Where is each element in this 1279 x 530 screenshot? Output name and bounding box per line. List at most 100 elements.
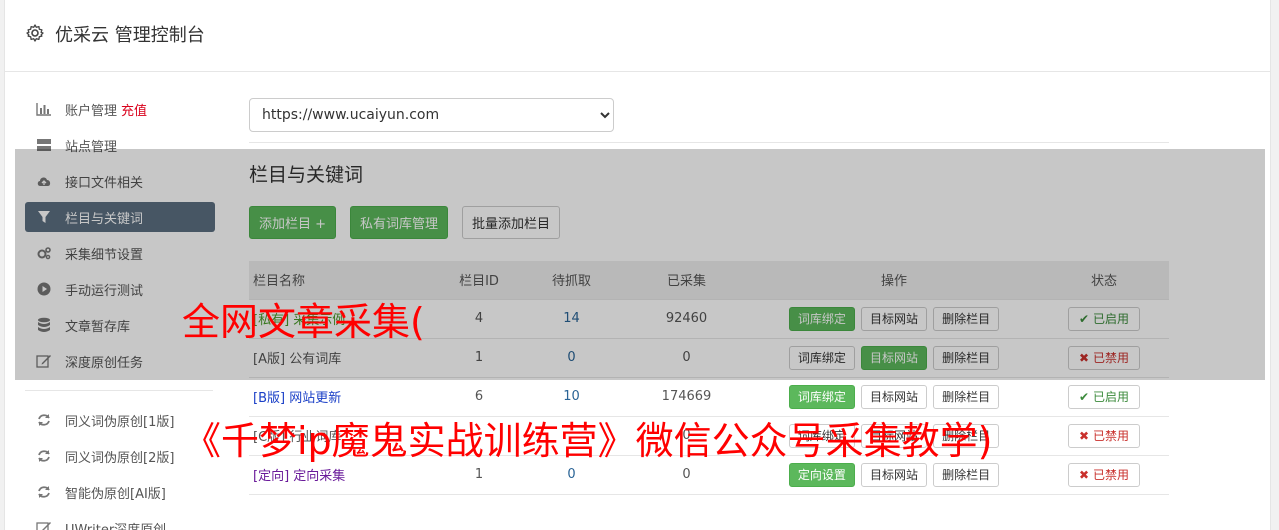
pending-cell: 0 (519, 337, 624, 377)
status-disabled-button[interactable]: ✖ 已禁用 (1068, 462, 1140, 487)
private-lib-button[interactable]: 私有词库管理 (350, 206, 449, 239)
bind-lib-button[interactable]: 词库绑定 (788, 306, 855, 331)
sidebar-item-label: 接口文件相关 (65, 175, 144, 191)
sidebar-item-label: 同义词伪原创[1版] (65, 414, 175, 430)
status-cell: ✖ 已禁用 (1039, 454, 1169, 495)
status-cell: ✖ 已禁用 (1039, 415, 1169, 455)
status-label: 已禁用 (1092, 350, 1129, 365)
gear-icon (26, 24, 44, 42)
close-icon: ✖ (1079, 467, 1090, 482)
sidebar-item-sites[interactable]: 站点管理 (25, 130, 215, 160)
sidebar-item-ai-rewrite[interactable]: 智能伪原创[AI版] (25, 477, 215, 507)
col-header-pending: 待抓取 (519, 261, 624, 299)
sidebar-item-label: 栏目与关键词 (65, 211, 144, 227)
sidebar-item-deep-original[interactable]: 深度原创任务 (25, 346, 215, 376)
watermark-line-2: 《千梦ip魔鬼实战训练营》微信公众号采集教学) (183, 419, 993, 463)
status-label: 已禁用 (1092, 467, 1129, 482)
delete-column-button[interactable]: 删除栏目 (933, 462, 1000, 487)
recharge-link[interactable]: 充值 (121, 100, 147, 119)
play-circle-icon (36, 281, 52, 297)
sidebar-item-label: 深度原创任务 (65, 355, 144, 371)
column-name[interactable]: 定向采集 (293, 469, 345, 484)
status-cell: ✔ 已启用 (1039, 298, 1169, 338)
column-name[interactable]: 网站更新 (289, 391, 341, 406)
collected-count: 92460 (624, 298, 749, 338)
delete-column-button[interactable]: 删除栏目 (933, 384, 1000, 409)
close-icon: ✖ (1079, 350, 1090, 365)
server-icon (36, 137, 52, 153)
status-label: 已禁用 (1092, 428, 1129, 443)
sidebar-item-label: 智能伪原创[AI版] (65, 486, 166, 502)
watermark-line-1: 全网文章采集( (182, 300, 425, 344)
refresh-icon (36, 448, 52, 464)
sidebar-item-label: 采集细节设置 (65, 247, 144, 263)
sidebar-item-interface[interactable]: 接口文件相关 (25, 166, 215, 196)
status-cell: ✖ 已禁用 (1039, 337, 1169, 377)
cloud-upload-icon (36, 173, 52, 189)
status-disabled-button[interactable]: ✖ 已禁用 (1068, 345, 1140, 370)
target-site-button[interactable]: 目标网站 (860, 462, 927, 487)
status-label: 已启用 (1092, 389, 1129, 404)
site-select[interactable]: https://www.ucaiyun.com (249, 98, 614, 132)
column-name[interactable]: 公有词库 (289, 352, 341, 367)
target-site-button[interactable]: 目标网站 (860, 384, 927, 409)
refresh-icon (36, 484, 52, 500)
column-tag: [定向] (253, 469, 290, 484)
directed-settings-button[interactable]: 定向设置 (788, 462, 855, 487)
edit-icon (36, 520, 52, 530)
pending-cell: 14 (519, 298, 624, 338)
status-cell: ✔ 已启用 (1039, 376, 1169, 416)
pending-count[interactable]: 10 (563, 389, 580, 404)
page-edge (1271, 0, 1279, 530)
add-column-button[interactable]: 添加栏目 + (249, 206, 337, 239)
check-icon: ✔ (1079, 311, 1090, 326)
sidebar-divider (25, 390, 213, 391)
pending-count[interactable]: 14 (563, 311, 580, 326)
sidebar-item-label: 账户管理 (65, 103, 118, 119)
delete-column-button[interactable]: 删除栏目 (933, 345, 1000, 370)
page-header: 优采云 管理控制台 (5, 0, 1270, 72)
col-header-collected: 已采集 (624, 261, 749, 299)
status-enabled-button[interactable]: ✔ 已启用 (1068, 384, 1140, 409)
pending-count[interactable]: 0 (567, 350, 575, 365)
status-label: 已启用 (1092, 311, 1129, 326)
refresh-icon (36, 412, 52, 428)
check-icon: ✔ (1079, 389, 1090, 404)
filter-icon (36, 209, 52, 225)
sidebar-item-account[interactable]: 账户管理 充值 (25, 94, 215, 124)
actions-cell: 词库绑定 目标网站 删除栏目 (749, 337, 1039, 377)
target-site-button[interactable]: 目标网站 (860, 345, 927, 370)
sidebar-item-label: UWriter深度原创 (65, 522, 167, 530)
bind-lib-button[interactable]: 词库绑定 (788, 384, 855, 409)
bar-chart-icon (36, 101, 52, 117)
column-id: 4 (439, 298, 519, 338)
actions-cell: 词库绑定 目标网站 删除栏目 (749, 298, 1039, 338)
sidebar-item-collect-settings[interactable]: 采集细节设置 (25, 238, 215, 268)
column-tag: [A版] (253, 352, 286, 367)
target-site-button[interactable]: 目标网站 (860, 306, 927, 331)
database-icon (36, 317, 52, 333)
sidebar-item-label: 文章暂存库 (65, 319, 131, 335)
toolbar: 添加栏目 + 私有词库管理 批量添加栏目 (249, 206, 1169, 239)
status-disabled-button[interactable]: ✖ 已禁用 (1068, 423, 1140, 448)
col-header-id: 栏目ID (439, 261, 519, 299)
sidebar-item-uwriter[interactable]: UWriter深度原创 (25, 513, 215, 530)
delete-column-button[interactable]: 删除栏目 (933, 306, 1000, 331)
sidebar-item-columns-keywords[interactable]: 栏目与关键词 (25, 202, 215, 232)
sidebar-item-label: 手动运行测试 (65, 283, 144, 299)
close-icon: ✖ (1079, 428, 1090, 443)
sidebar-item-label: 站点管理 (65, 139, 118, 155)
bind-lib-button[interactable]: 词库绑定 (788, 345, 855, 370)
col-header-actions: 操作 (749, 261, 1039, 299)
column-id: 1 (439, 337, 519, 377)
column-tag: [B版] (253, 391, 286, 406)
edit-icon (36, 353, 52, 369)
section-title: 栏目与关键词 (249, 164, 364, 186)
sidebar-item-label: 同义词伪原创[2版] (65, 450, 175, 466)
pending-count[interactable]: 0 (567, 467, 575, 482)
batch-add-button[interactable]: 批量添加栏目 (462, 206, 561, 239)
gears-icon (36, 245, 52, 261)
status-enabled-button[interactable]: ✔ 已启用 (1068, 306, 1140, 331)
col-header-status: 状态 (1039, 261, 1169, 299)
content-divider (249, 142, 1169, 143)
